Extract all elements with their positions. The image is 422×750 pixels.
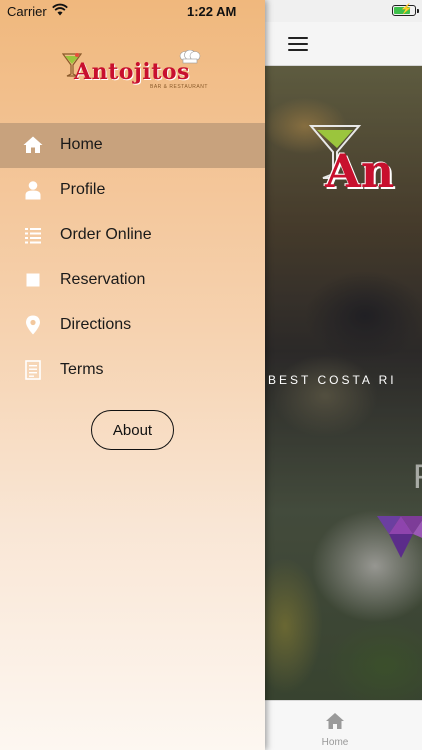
hamburger-menu-icon[interactable] [288,36,308,52]
menu-item-profile[interactable]: Profile [0,168,265,213]
brand-logo: Antojitos BAR & RESTAURANT [62,50,207,94]
charging-bolt-icon: ⚡ [400,4,413,15]
menu-item-label: Profile [60,181,106,198]
menu-item-label: Reservation [60,271,146,288]
nav-bar [265,22,422,66]
brand-subtitle: BAR & RESTAURANT [150,84,208,90]
hero-logo-text: An [325,144,395,198]
triangle-logo-icon [377,516,422,558]
location-pin-icon [26,315,40,335]
document-icon [25,360,41,380]
home-icon [23,136,43,153]
menu-item-terms[interactable]: Terms [0,348,265,393]
status-bar-right: ⚡ [265,0,422,22]
menu-item-label: Home [60,136,103,153]
menu-item-label: Terms [60,361,104,378]
tab-bar: Home [265,700,422,750]
menu-item-home[interactable]: Home [0,123,265,168]
person-icon [25,181,41,200]
tab-home[interactable]: Home [305,709,365,749]
status-bar: Carrier 1:22 AM [0,0,265,22]
menu-item-reservation[interactable]: Reservation [0,258,265,303]
side-drawer: Carrier 1:22 AM Antojitos BAR & RESTAURA… [0,0,265,750]
square-icon [26,273,40,287]
menu-item-label: Directions [60,316,132,333]
hero-image: An BEST COSTA RI F [265,66,422,700]
battery-icon: ⚡ [392,4,419,16]
chef-hat-icon [179,50,201,64]
hero-partial-text: F [413,458,422,497]
menu-item-order-online[interactable]: Order Online [0,213,265,258]
brand-name: Antojitos [74,59,190,85]
about-button[interactable]: About [91,410,174,450]
home-icon [326,713,344,729]
hero-tagline: BEST COSTA RI [268,373,397,387]
menu-item-label: Order Online [60,226,152,243]
menu-item-directions[interactable]: Directions [0,303,265,348]
list-icon [25,228,41,244]
drawer-menu: Home Profile Order Online Reservation Di… [0,123,265,393]
wifi-icon [52,3,68,16]
clock: 1:22 AM [187,4,237,19]
carrier-label: Carrier [7,4,47,19]
main-screen: ⚡ An BEST COSTA RI F Home [265,0,422,750]
tab-home-label: Home [321,737,349,748]
